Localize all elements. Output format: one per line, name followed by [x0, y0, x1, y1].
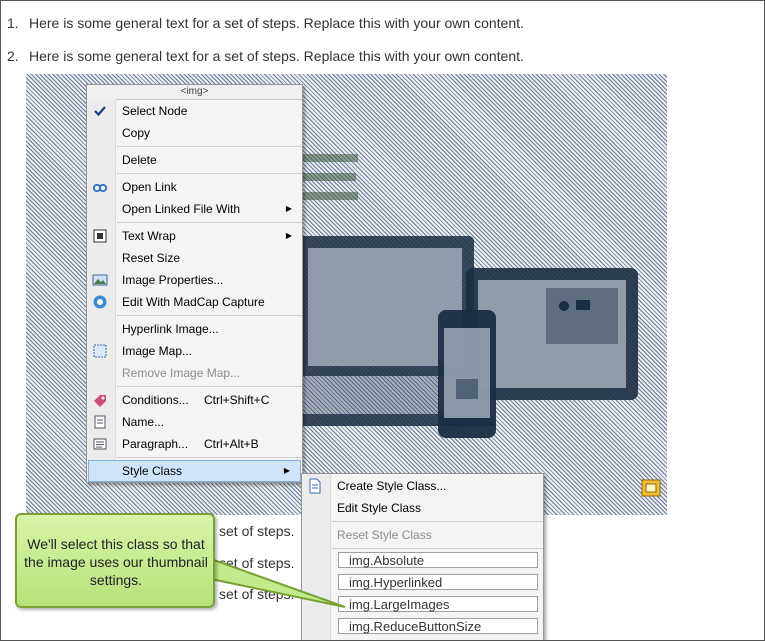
menu-item-remove-image-map: Remove Image Map...: [87, 362, 302, 384]
menu-item-label: Reset Style Class: [337, 528, 432, 542]
menu-separator: [117, 457, 302, 458]
annotation-callout: We'll select this class so that the imag…: [15, 513, 346, 608]
step-2: 2. Here is some general text for a set of…: [7, 48, 524, 64]
step-text: Here is some general text for a set of s…: [29, 15, 524, 31]
menu-item-label: Hyperlink Image...: [122, 322, 219, 336]
text-wrap-icon: [93, 229, 107, 243]
menu-item-label: Edit With MadCap Capture: [122, 295, 265, 309]
submenu-arrow-icon: ▶: [285, 231, 292, 240]
stylesheet-icon: [309, 478, 321, 494]
submenu-arrow-icon: ▶: [285, 204, 292, 213]
menu-item-label: Open Link: [122, 180, 177, 194]
menu-item-name[interactable]: Name...: [87, 411, 302, 433]
image-context-menu: <img> Select Node Copy Delete Open Link …: [86, 84, 303, 483]
menu-item-text-wrap[interactable]: Text Wrap ▶: [87, 225, 302, 247]
submenu-arrow-icon: ▶: [283, 466, 290, 475]
menu-separator: [117, 315, 302, 316]
menu-item-edit-with-madcap-capture[interactable]: Edit With MadCap Capture: [87, 291, 302, 313]
conditions-tag-icon: [94, 395, 106, 407]
menu-item-label: Paragraph...: [122, 437, 189, 451]
menu-item-select-node[interactable]: Select Node: [87, 100, 302, 122]
style-class-option[interactable]: img.Hyperlinked: [338, 574, 538, 590]
menu-item-image-properties[interactable]: Image Properties...: [87, 269, 302, 291]
menu-item-label: Edit Style Class: [337, 501, 422, 515]
menu-item-label: Copy: [122, 126, 151, 140]
menu-item-reset-style-class: Reset Style Class: [302, 524, 543, 546]
menu-item-label: Style Class: [122, 464, 183, 478]
menu-item-label: Image Map...: [122, 344, 193, 358]
menu-item-open-link[interactable]: Open Link: [87, 176, 302, 198]
callout-text: We'll select this class so that the imag…: [24, 536, 208, 588]
menu-item-label: Conditions...: [122, 393, 189, 407]
menu-item-shortcut: Ctrl+Shift+C: [204, 393, 270, 407]
name-tag-icon: [94, 415, 106, 429]
menu-item-hyperlink-image[interactable]: Hyperlink Image...: [87, 318, 302, 340]
menu-item-style-class[interactable]: Style Class ▶: [88, 460, 301, 482]
menu-separator: [332, 548, 543, 549]
menu-item-create-style-class[interactable]: Create Style Class...: [302, 475, 543, 497]
image-icon: [92, 274, 108, 286]
menu-item-conditions[interactable]: Conditions... Ctrl+Shift+C: [87, 389, 302, 411]
step-number: 1.: [7, 15, 19, 31]
step-1: 1. Here is some general text for a set of…: [7, 15, 524, 31]
image-map-icon: [93, 344, 107, 358]
step-text: Here is some general text for a set of s…: [29, 48, 524, 64]
style-class-submenu: Create Style Class... Edit Style Class R…: [301, 473, 544, 640]
chain-link-icon: [92, 183, 108, 193]
menu-separator: [117, 146, 302, 147]
step-number: 2.: [7, 48, 19, 64]
menu-separator: [117, 173, 302, 174]
menu-item-image-map[interactable]: Image Map...: [87, 340, 302, 362]
menu-item-shortcut: Ctrl+Alt+B: [204, 437, 259, 451]
menu-item-label: Name...: [122, 415, 165, 429]
menu-item-label: Remove Image Map...: [122, 366, 241, 380]
menu-item-label: Select Node: [122, 104, 188, 118]
menu-item-label: Create Style Class...: [337, 479, 447, 493]
menu-item-label: Delete: [122, 153, 157, 167]
menu-separator: [332, 521, 543, 522]
menu-header: <img>: [87, 85, 302, 100]
style-class-option[interactable]: img.ReduceButtonSize: [338, 618, 538, 634]
paragraph-icon: [93, 438, 107, 450]
menu-item-reset-size[interactable]: Reset Size: [87, 247, 302, 269]
menu-item-delete[interactable]: Delete: [87, 149, 302, 171]
menu-item-label: Text Wrap: [122, 229, 176, 243]
checkmark-icon: [94, 106, 106, 117]
menu-item-edit-style-class[interactable]: Edit Style Class: [302, 497, 543, 519]
style-class-option[interactable]: img.Absolute: [338, 552, 538, 568]
step-3-partial: set of steps.: [219, 523, 295, 539]
menu-item-label: Open Linked File With: [122, 202, 241, 216]
menu-separator: [117, 386, 302, 387]
menu-item-label: Reset Size: [122, 251, 181, 265]
menu-item-paragraph[interactable]: Paragraph... Ctrl+Alt+B: [87, 433, 302, 455]
menu-item-label: Image Properties...: [122, 273, 224, 287]
menu-item-open-linked-file-with[interactable]: Open Linked File With ▶: [87, 198, 302, 220]
document-editor-canvas: 1. Here is some general text for a set of…: [0, 0, 765, 641]
menu-separator: [117, 222, 302, 223]
style-class-option[interactable]: img.LargeImages: [338, 596, 538, 612]
menu-item-copy[interactable]: Copy: [87, 122, 302, 144]
capture-icon: [93, 295, 107, 309]
